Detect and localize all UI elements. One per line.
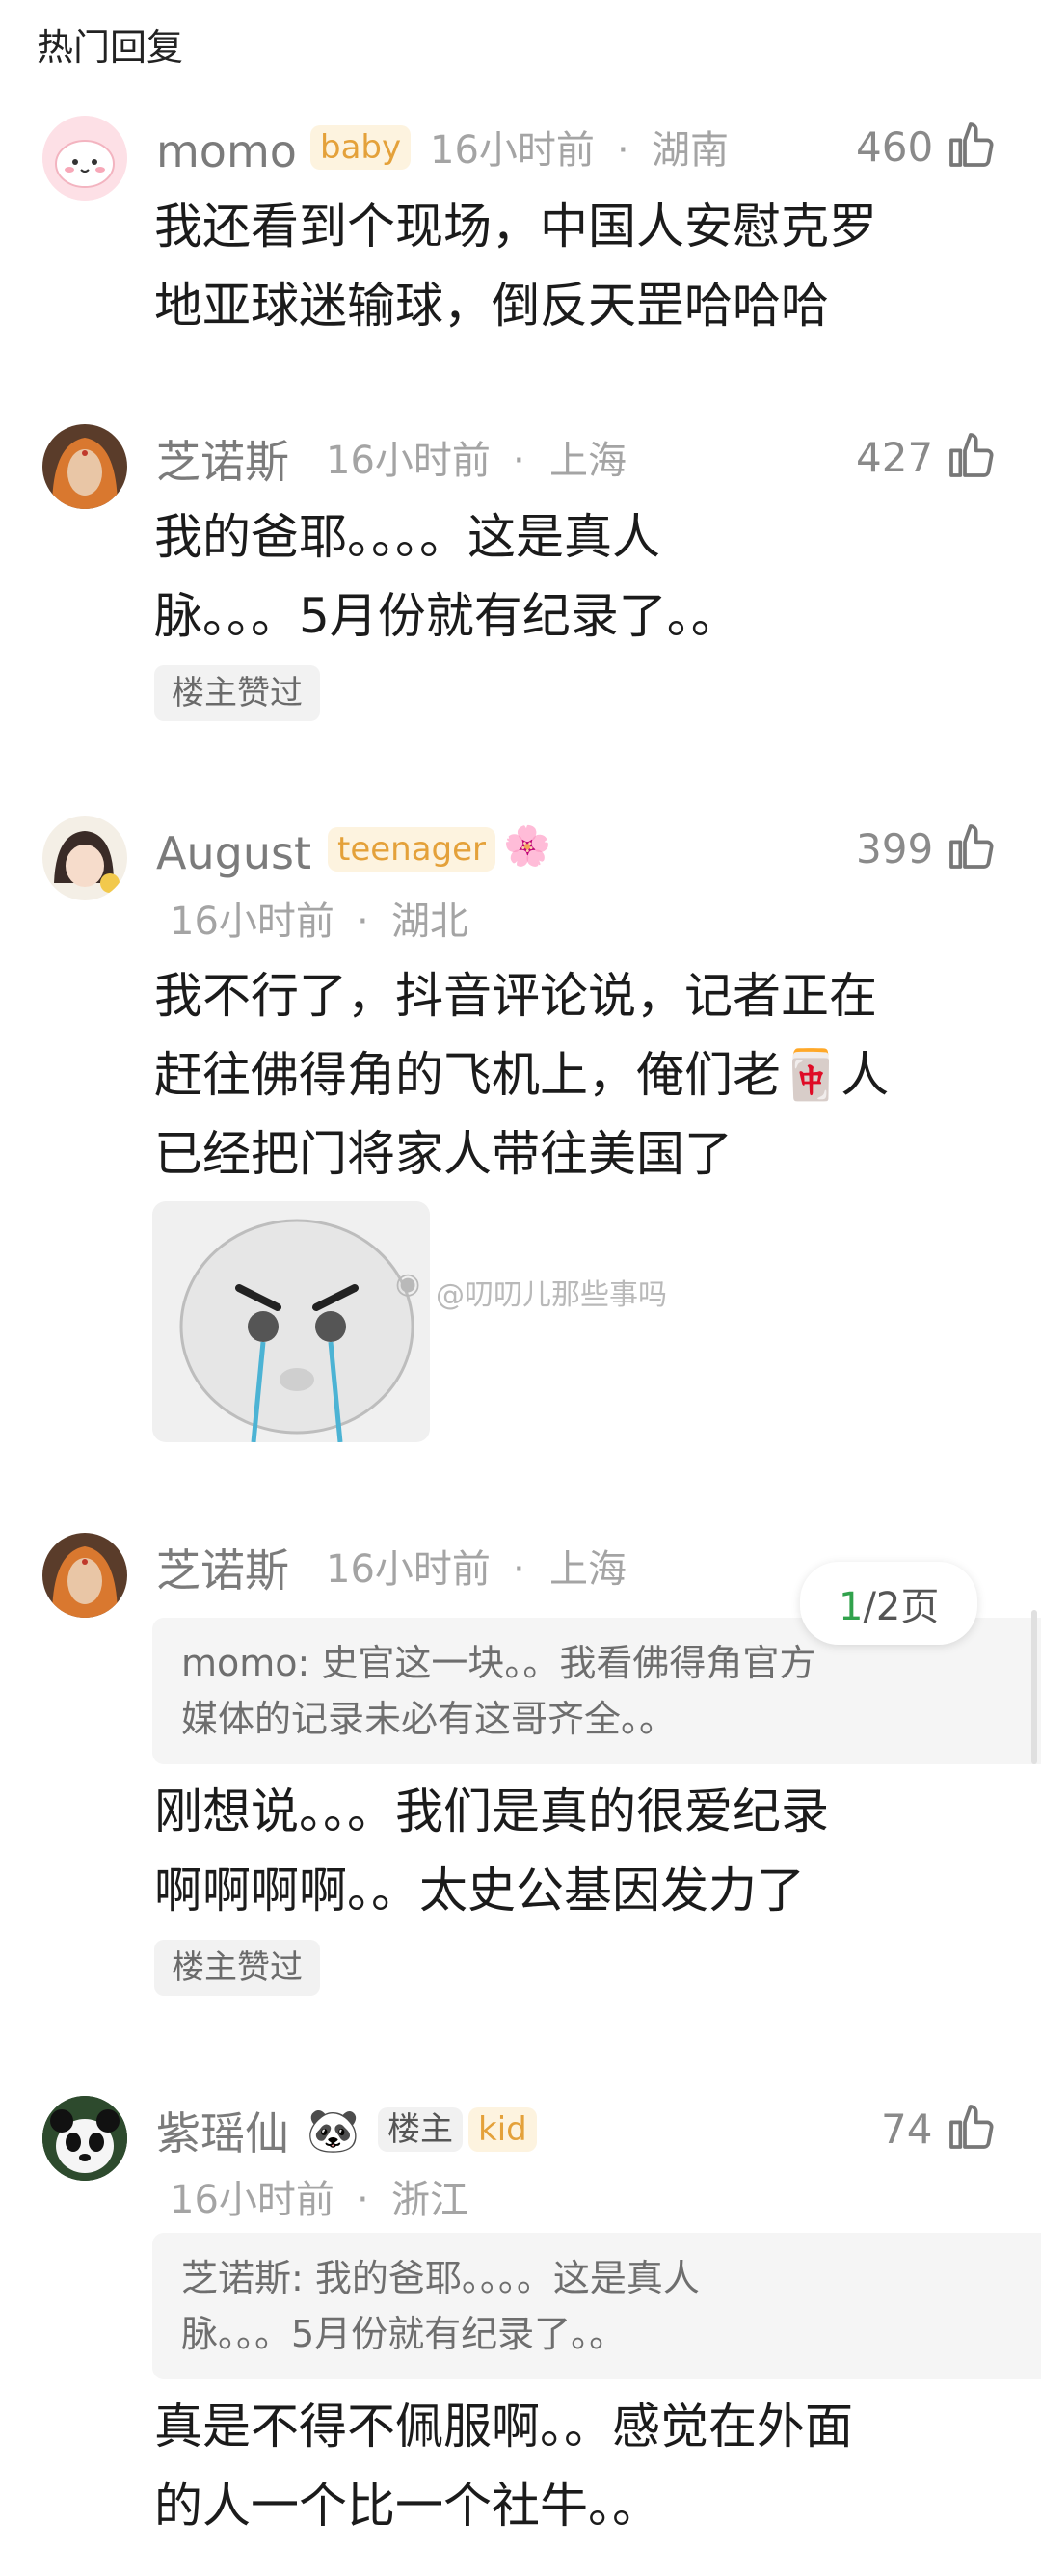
comment-line: 我的爸耶。。。。这是真人 <box>154 509 660 565</box>
timestamp: 16小时前 <box>170 899 334 944</box>
comment-body: 刚想说。。。我们是真的很爱纪录 啊啊啊啊。。太史公基因发力了 <box>154 1772 829 1930</box>
comment-item: 紫瑶仙 🐼 楼主 kid 16小时前 · 浙江 74 芝诺斯: 我的爸耶。。。。… <box>0 2088 1041 2570</box>
owner-liked-tag: 楼主赞过 <box>154 1940 320 1996</box>
quote-line: 媒体的记录未必有这哥齐全。。 <box>181 1698 677 1740</box>
comment-item: momo baby 16小时前 · 湖南 460 我还看到个现场，中国人安慰克罗… <box>0 106 1041 395</box>
watermark: @叨叨儿那些事吗 <box>436 1278 667 1312</box>
username[interactable]: 芝诺斯 <box>156 1548 289 1593</box>
comment-item: August teenager 🌸 16小时前 · 湖北 399 我不行了，抖音… <box>0 808 1041 1463</box>
thumbs-up-icon[interactable] <box>945 2100 999 2154</box>
level-badge: kid <box>468 2107 537 2152</box>
comment-body: 我不行了，抖音评论说，记者正在 赶往佛得角的飞机上，俺们老🀄人 已经把门将家人带… <box>154 956 889 1194</box>
mahjong-emoji-icon: 🀄 <box>781 1047 841 1103</box>
username[interactable]: 芝诺斯 <box>156 440 289 484</box>
timestamp: 16小时前 <box>430 128 595 173</box>
comment-line: 真是不得不佩服啊。。感觉在外面 <box>154 2399 853 2455</box>
comment-line: 的人一个比一个社牛。。 <box>154 2478 660 2534</box>
dot-separator: · <box>357 2178 369 2222</box>
avatar[interactable] <box>42 816 127 900</box>
level-badge: baby <box>310 125 412 170</box>
scrollbar[interactable] <box>1031 1610 1037 1764</box>
timestamp: 16小时前 <box>326 439 491 483</box>
location: 湖南 <box>652 128 729 173</box>
username[interactable]: August <box>156 831 311 875</box>
location: 上海 <box>549 439 627 483</box>
page-total: /2页 <box>863 1585 940 1629</box>
sticker-image[interactable] <box>152 1201 430 1442</box>
anime-avatar-icon <box>42 816 127 900</box>
like-count: 460 <box>856 123 934 171</box>
section-title: 热门回复 <box>37 26 184 68</box>
thumbs-up-icon[interactable] <box>945 428 999 482</box>
dot-separator: · <box>513 1547 525 1592</box>
dot-separator: · <box>357 899 369 944</box>
comment-line: 我还看到个现场，中国人安慰克罗 <box>154 199 877 255</box>
location: 湖北 <box>391 899 468 944</box>
dot-separator: · <box>617 128 629 173</box>
comment-line: 地亚球迷输球，倒反天罡哈哈哈 <box>154 278 829 334</box>
quote-line: 芝诺斯: 我的爸耶。。。。这是真人 <box>181 2257 700 2299</box>
like-count: 427 <box>856 434 934 481</box>
timestamp: 16小时前 <box>326 1547 491 1592</box>
comment-line: 我不行了，抖音评论说，记者正在 <box>154 968 877 1024</box>
flower-icon: 🌸 <box>503 824 551 869</box>
character-avatar-icon <box>42 424 127 509</box>
crying-face-sticker-icon <box>179 1219 414 1442</box>
comment-body: 我的爸耶。。。。这是真人 脉。。。5月份就有纪录了。。 <box>154 497 739 656</box>
quote-line: 脉。。。5月份就有纪录了。。 <box>181 2313 627 2355</box>
timestamp: 16小时前 <box>170 2178 334 2222</box>
like-count: 74 <box>881 2106 933 2153</box>
weibo-logo-icon: ◉ <box>395 1267 421 1301</box>
like-count: 399 <box>856 825 934 872</box>
page-current: 1 <box>839 1585 864 1629</box>
avatar[interactable] <box>42 1533 127 1618</box>
panda-avatar-icon <box>42 2096 127 2181</box>
character-avatar-icon <box>42 1533 127 1618</box>
thumbs-up-icon[interactable] <box>945 118 999 172</box>
avatar[interactable] <box>42 116 127 201</box>
comment-line: 脉。。。5月份就有纪录了。。 <box>154 588 739 644</box>
panda-emoji-icon: 🐼 <box>307 2106 360 2156</box>
owner-liked-tag: 楼主赞过 <box>154 665 320 721</box>
comment-line: 赶往佛得角的飞机上，俺们老🀄人 <box>154 1047 890 1103</box>
comment-body: 真是不得不佩服啊。。感觉在外面 的人一个比一个社牛。。 <box>154 2387 853 2545</box>
page-indicator[interactable]: 1/2页 <box>800 1562 978 1645</box>
dot-separator: · <box>513 439 525 483</box>
level-badge: teenager <box>328 827 496 872</box>
avatar[interactable] <box>42 2096 127 2181</box>
location: 浙江 <box>391 2178 468 2222</box>
username[interactable]: momo <box>156 129 297 174</box>
owner-badge: 楼主 <box>378 2107 463 2152</box>
comment-line: 啊啊啊啊。。太史公基因发力了 <box>154 1863 805 1919</box>
location: 上海 <box>549 1547 627 1592</box>
avatar[interactable] <box>42 424 127 509</box>
comment-line: 刚想说。。。我们是真的很爱纪录 <box>154 1784 829 1839</box>
pink-blob-avatar-icon <box>42 116 127 201</box>
comment-body: 我还看到个现场，中国人安慰克罗 地亚球迷输球，倒反天罡哈哈哈 <box>154 187 877 345</box>
comment-line: 已经把门将家人带往美国了 <box>154 1126 733 1182</box>
quoted-reply[interactable]: 芝诺斯: 我的爸耶。。。。这是真人 脉。。。5月份就有纪录了。。 <box>152 2233 1041 2379</box>
thumbs-up-icon[interactable] <box>945 819 999 873</box>
username[interactable]: 紫瑶仙 <box>156 2111 289 2156</box>
comment-item: 芝诺斯 16小时前 · 上海 427 我的爸耶。。。。这是真人 脉。。。5月份就… <box>0 416 1041 744</box>
